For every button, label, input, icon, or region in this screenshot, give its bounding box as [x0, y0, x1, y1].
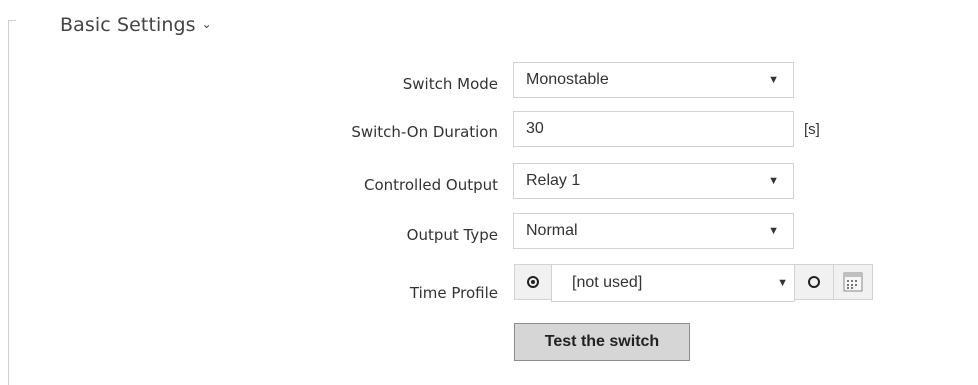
dropdown-caret-icon: ▼ — [768, 74, 779, 86]
test-switch-button[interactable]: Test the switch — [514, 323, 690, 361]
time-profile-radio-selected[interactable] — [514, 264, 552, 300]
switch-mode-label: Switch Mode — [402, 75, 498, 93]
calendar-icon — [843, 272, 863, 292]
section-title[interactable]: Basic Settings ⌄ — [60, 14, 212, 36]
switch-mode-select[interactable]: Monostable ▼ — [513, 62, 794, 98]
controlled-output-select[interactable]: Relay 1 ▼ — [513, 163, 794, 199]
dropdown-caret-icon: ▼ — [768, 175, 779, 187]
output-type-label: Output Type — [406, 226, 498, 244]
section-frame-line — [8, 20, 9, 385]
dropdown-caret-icon: ▼ — [777, 277, 788, 289]
calendar-button[interactable] — [833, 264, 873, 300]
duration-unit: [s] — [804, 121, 820, 138]
chevron-down-icon: ⌄ — [201, 17, 212, 31]
switch-on-duration-value: 30 — [526, 120, 544, 137]
time-profile-radio-unselected[interactable] — [794, 264, 834, 300]
section-frame-corner — [8, 20, 16, 21]
switch-on-duration-input[interactable]: 30 — [513, 111, 794, 147]
output-type-select[interactable]: Normal ▼ — [513, 213, 794, 249]
output-type-value: Normal — [526, 222, 578, 239]
radio-unselected-icon — [808, 276, 820, 288]
radio-selected-icon — [527, 276, 539, 288]
dropdown-caret-icon: ▼ — [768, 225, 779, 237]
switch-on-duration-label: Switch-On Duration — [351, 123, 498, 141]
controlled-output-value: Relay 1 — [526, 172, 581, 189]
section-title-label: Basic Settings — [60, 14, 196, 36]
time-profile-label: Time Profile — [409, 284, 498, 302]
controlled-output-label: Controlled Output — [363, 176, 498, 194]
time-profile-select[interactable]: [not used] ▼ — [551, 264, 795, 302]
switch-mode-value: Monostable — [526, 71, 609, 88]
time-profile-value: [not used] — [572, 274, 643, 291]
